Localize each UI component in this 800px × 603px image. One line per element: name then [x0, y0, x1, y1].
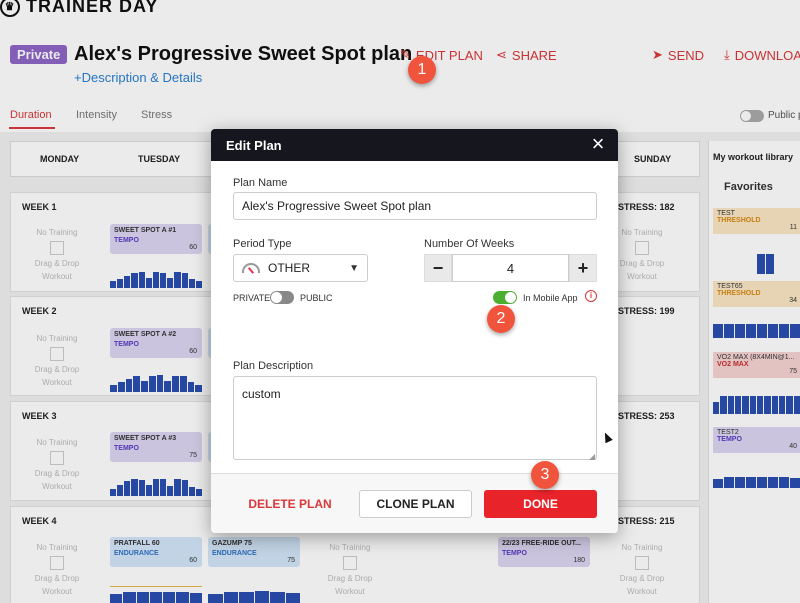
private-label: PRIVATE — [233, 293, 271, 303]
weeks-value[interactable]: 4 — [452, 254, 569, 282]
plan-description-label: Plan Description — [233, 360, 314, 372]
close-icon[interactable]: × — [586, 133, 610, 157]
public-toggle[interactable] — [270, 291, 294, 304]
mobile-app-toggle[interactable] — [493, 291, 517, 304]
delete-plan-button[interactable]: DELETE PLAN — [235, 491, 345, 517]
step-marker: 1 — [408, 56, 436, 84]
clone-plan-button[interactable]: CLONE PLAN — [359, 490, 472, 518]
toggle-knob — [505, 292, 516, 303]
period-type-value: OTHER — [268, 261, 310, 275]
toggle-knob — [271, 292, 282, 303]
mobile-app-label: In Mobile App — [523, 293, 578, 303]
gauge-icon — [242, 263, 260, 273]
public-label: PUBLIC — [300, 293, 333, 303]
info-icon[interactable]: i — [585, 290, 597, 302]
dialog-title: Edit Plan — [226, 138, 282, 153]
chevron-down-icon: ▼ — [349, 262, 359, 274]
weeks-stepper: − 4 + — [424, 254, 597, 282]
decrement-button[interactable]: − — [424, 254, 452, 282]
plan-name-label: Plan Name — [233, 177, 288, 189]
resize-grip-icon[interactable]: ◢ — [589, 452, 595, 461]
weeks-label: Number Of Weeks — [424, 238, 515, 250]
period-type-label: Period Type — [233, 238, 292, 250]
increment-button[interactable]: + — [569, 254, 597, 282]
step-marker: 2 — [487, 305, 515, 333]
dialog-header: Edit Plan × — [211, 129, 618, 161]
step-marker: 3 — [531, 461, 559, 489]
plan-name-input[interactable] — [233, 192, 597, 220]
done-button[interactable]: DONE — [484, 490, 597, 518]
period-type-select[interactable]: OTHER ▼ — [233, 254, 368, 282]
plan-description-input[interactable]: custom — [233, 376, 597, 460]
